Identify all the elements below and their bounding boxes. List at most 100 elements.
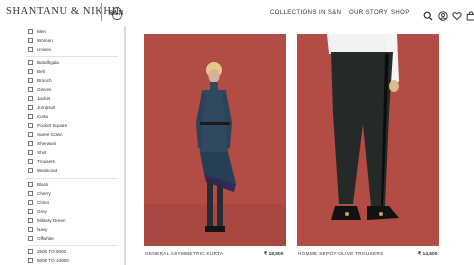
filter-color-cherry[interactable]: Cherry	[28, 189, 51, 197]
checkbox[interactable]	[28, 86, 33, 92]
bag-icon[interactable]	[466, 8, 474, 21]
filter-color-black[interactable]: Black	[28, 180, 48, 188]
filter-color-offwhite[interactable]: Offwhite	[28, 234, 54, 242]
filter-divider	[26, 178, 118, 179]
filter-gender-men[interactable]: Men	[28, 27, 46, 35]
checkbox[interactable]	[28, 217, 33, 223]
filter-label: Jacket	[37, 95, 51, 101]
checkbox[interactable]	[28, 248, 33, 254]
filter-category-brooch[interactable]: Brooch	[28, 76, 52, 84]
filter-label: Offwhite	[37, 235, 54, 241]
checkbox[interactable]	[28, 257, 33, 263]
checkbox[interactable]	[28, 37, 33, 43]
filter-color-chino[interactable]: Chino	[28, 198, 49, 206]
page: SHANTANU & NIKHIL S&N COLLECTIONS IN S&N…	[0, 0, 474, 265]
user-icon[interactable]	[438, 8, 448, 21]
checkbox[interactable]	[28, 59, 33, 65]
monogram-text: S&N	[108, 9, 124, 17]
sidebar-scrollbar[interactable]	[124, 26, 126, 265]
nav-collections[interactable]: COLLECTIONS	[270, 10, 317, 16]
filter-gender-women[interactable]: Women	[28, 36, 53, 44]
filter-label: Unisex	[37, 46, 52, 52]
filter-category-sherwani[interactable]: Sherwani	[28, 139, 56, 147]
checkbox[interactable]	[28, 68, 33, 74]
filter-label: Sherwani	[37, 140, 57, 146]
nav-our-story[interactable]: OUR STORY	[349, 10, 388, 16]
filter-label: Military Green	[37, 217, 66, 223]
checkbox[interactable]	[28, 235, 33, 241]
product-image[interactable]	[144, 34, 286, 246]
filter-label: Kurta	[37, 113, 48, 119]
checkbox[interactable]	[28, 190, 33, 196]
filter-label: Bandhgala	[37, 59, 59, 65]
product-price: ₹ 18,500	[264, 252, 284, 257]
filter-category-belt[interactable]: Belt	[28, 67, 45, 75]
filter-category-kurta[interactable]: Kurta	[28, 112, 48, 120]
filter-label: Belt	[37, 68, 45, 74]
checkbox[interactable]	[28, 122, 33, 128]
filter-price-5000-10000[interactable]: 5000 TO 10000	[28, 256, 69, 264]
filter-label: Cherry	[37, 190, 51, 196]
filter-label: Women	[37, 37, 53, 43]
checkbox[interactable]	[28, 131, 33, 137]
filter-color-grey[interactable]: Grey	[28, 207, 47, 215]
checkbox[interactable]	[28, 158, 33, 164]
checkbox[interactable]	[28, 149, 33, 155]
product-price: ₹ 14,500	[418, 252, 438, 257]
filter-label: 2500 TO 5000	[37, 248, 67, 254]
checkbox[interactable]	[28, 28, 33, 34]
product-name[interactable]: GENERAL ASYMMETRIC KURTA	[145, 251, 223, 256]
filter-category-saree-gown[interactable]: Saree Gown	[28, 130, 63, 138]
filter-sidebar[interactable]: Men Women Unisex Bandhgala Belt Brooch G…	[0, 26, 125, 265]
product-name[interactable]: HOMME SEPOY OLIVE TROUSERS	[298, 251, 384, 256]
checkbox[interactable]	[28, 95, 33, 101]
checkbox[interactable]	[28, 181, 33, 187]
filter-category-pocket-square[interactable]: Pocket Square	[28, 121, 67, 129]
filter-label: Saree Gown	[37, 131, 63, 137]
checkbox[interactable]	[28, 226, 33, 232]
filter-label: Jumpsuit	[37, 104, 56, 110]
filter-label: Black	[37, 181, 49, 187]
brand-divider	[101, 3, 102, 21]
model-figure-illustration	[144, 34, 286, 246]
filter-category-gloves[interactable]: Gloves	[28, 85, 51, 93]
filter-gender-unisex[interactable]: Unisex	[28, 45, 51, 53]
filter-divider	[26, 56, 118, 57]
filter-label: 5000 TO 10000	[37, 257, 69, 263]
checkbox[interactable]	[28, 167, 33, 173]
product-image[interactable]	[297, 34, 439, 246]
filter-category-jumpsuit[interactable]: Jumpsuit	[28, 103, 55, 111]
filter-color-military-green[interactable]: Military Green	[28, 216, 66, 224]
filter-category-shirt[interactable]: Shirt	[28, 148, 46, 156]
heart-icon[interactable]	[452, 8, 462, 21]
filter-label: Men	[37, 28, 46, 34]
filter-label: Brooch	[37, 77, 52, 83]
filter-label: Navy	[37, 226, 48, 232]
filter-category-bandhgala[interactable]: Bandhgala	[28, 58, 59, 66]
checkbox[interactable]	[28, 199, 33, 205]
search-icon[interactable]	[423, 8, 433, 21]
checkbox[interactable]	[28, 140, 33, 146]
filter-label: Pocket Square	[37, 122, 68, 128]
filter-color-navy[interactable]: Navy	[28, 225, 47, 233]
filter-category-waistcoat[interactable]: Waistcoat	[28, 166, 57, 174]
filter-label: Chino	[37, 199, 50, 205]
filter-label: Shirt	[37, 149, 47, 155]
checkbox[interactable]	[28, 46, 33, 52]
checkbox[interactable]	[28, 104, 33, 110]
site-header: SHANTANU & NIKHIL S&N COLLECTIONS IN S&N…	[0, 0, 474, 26]
filter-category-trousers[interactable]: Trousers	[28, 157, 55, 165]
filter-label: Trousers	[37, 158, 55, 164]
filter-label: Gloves	[37, 86, 52, 92]
nav-shop[interactable]: SHOP	[391, 10, 410, 16]
filter-price-2500-5000[interactable]: 2500 TO 5000	[28, 247, 66, 255]
checkbox[interactable]	[28, 208, 33, 214]
filter-category-jacket[interactable]: Jacket	[28, 94, 50, 102]
trousers-illustration	[297, 34, 439, 246]
filter-label: Grey	[37, 208, 47, 214]
nav-in-sn[interactable]: IN S&N	[319, 10, 341, 16]
monogram-logo[interactable]: S&N	[106, 5, 126, 21]
checkbox[interactable]	[28, 113, 33, 119]
checkbox[interactable]	[28, 77, 33, 83]
filter-divider	[26, 245, 118, 246]
